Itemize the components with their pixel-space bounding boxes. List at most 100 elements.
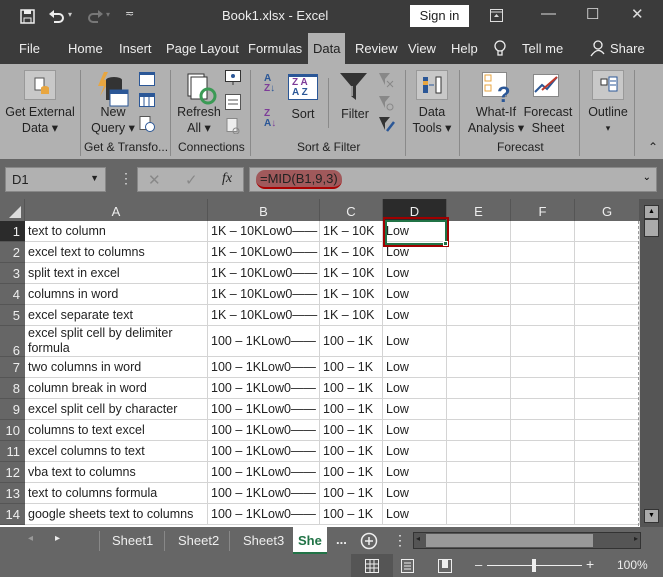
cell-d11[interactable]: Low	[383, 441, 447, 462]
refresh-all-icon[interactable]	[186, 72, 218, 106]
worksheet-grid[interactable]: ABCDEFG 1 text to column 1K – 10KLow0—— 1K …	[0, 199, 640, 527]
cell-e10[interactable]	[447, 420, 511, 441]
get-external-data-button[interactable]: Get External Data ▾	[4, 104, 76, 136]
cell-c4[interactable]: 1K – 10K	[320, 284, 383, 305]
cell-d14[interactable]: Low	[383, 504, 447, 525]
cell-g2[interactable]	[575, 242, 640, 263]
cell-c10[interactable]: 100 – 1K	[320, 420, 383, 441]
cell-a2[interactable]: excel text to columns	[25, 242, 208, 263]
row-header[interactable]: 11	[0, 441, 25, 462]
tab-review[interactable]: Review	[355, 41, 398, 56]
cell-f7[interactable]	[511, 357, 575, 378]
cell-a7[interactable]: two columns in word	[25, 357, 208, 378]
cell-b1[interactable]: 1K – 10KLow0——	[208, 221, 320, 242]
cell-d1[interactable]: Low	[383, 221, 447, 242]
cell-e2[interactable]	[447, 242, 511, 263]
close-icon[interactable]: ✕	[631, 5, 644, 23]
row-header[interactable]: 14	[0, 504, 25, 525]
cell-e14[interactable]	[447, 504, 511, 525]
sort-button[interactable]: Sort	[286, 106, 320, 122]
cell-b6[interactable]: 100 – 1KLow0——	[208, 326, 320, 357]
column-header-e[interactable]: E	[447, 199, 511, 221]
tab-insert[interactable]: Insert	[119, 41, 152, 56]
row-header[interactable]: 4	[0, 284, 25, 305]
connections-icon[interactable]	[225, 70, 241, 86]
cell-b13[interactable]: 100 – 1KLow0——	[208, 483, 320, 504]
page-layout-view-icon[interactable]	[401, 559, 414, 573]
cell-c1[interactable]: 1K – 10K	[320, 221, 383, 242]
undo-icon[interactable]	[48, 8, 66, 24]
cell-g11[interactable]	[575, 441, 640, 462]
cell-e6[interactable]	[447, 326, 511, 357]
cell-g13[interactable]	[575, 483, 640, 504]
column-header-g[interactable]: G	[575, 199, 640, 221]
new-query-button[interactable]: New Query ▾	[88, 104, 138, 136]
insert-function-icon[interactable]: fx	[222, 171, 232, 187]
cell-a6[interactable]: excel split cell by delimiter formula	[25, 326, 208, 357]
cell-d2[interactable]: Low	[383, 242, 447, 263]
cell-c12[interactable]: 100 – 1K	[320, 462, 383, 483]
cell-c6[interactable]: 100 – 1K	[320, 326, 383, 357]
cell-b8[interactable]: 100 – 1KLow0——	[208, 378, 320, 399]
prev-sheet-icon[interactable]: ◂	[28, 533, 33, 544]
redo-icon[interactable]	[86, 8, 104, 24]
more-sheets-button[interactable]: ...	[336, 532, 347, 547]
tab-view[interactable]: View	[408, 41, 436, 56]
vertical-scrollbar[interactable]: ▲ ▼	[640, 199, 663, 527]
cell-d6[interactable]: Low	[383, 326, 447, 357]
minimize-icon[interactable]: —	[541, 5, 556, 22]
cell-e5[interactable]	[447, 305, 511, 326]
cell-g6[interactable]	[575, 326, 640, 357]
column-header-b[interactable]: B	[208, 199, 320, 221]
cell-f11[interactable]	[511, 441, 575, 462]
cell-a1[interactable]: text to column	[25, 221, 208, 242]
tab-page-layout[interactable]: Page Layout	[166, 41, 239, 56]
cell-b4[interactable]: 1K – 10KLow0——	[208, 284, 320, 305]
cell-e3[interactable]	[447, 263, 511, 284]
scroll-up-icon[interactable]: ▲	[644, 205, 659, 219]
cell-b2[interactable]: 1K – 10KLow0——	[208, 242, 320, 263]
cell-g1[interactable]	[575, 221, 640, 242]
advanced-filter-icon[interactable]	[378, 116, 396, 134]
scroll-down-icon[interactable]: ▼	[644, 509, 659, 523]
share-button[interactable]: Share	[610, 41, 645, 56]
refresh-all-button[interactable]: Refresh All ▾	[176, 104, 222, 136]
data-tools-button[interactable]: Data Tools ▾	[410, 104, 454, 136]
name-box[interactable]: D1 ▼	[5, 167, 106, 192]
cell-f3[interactable]	[511, 263, 575, 284]
cell-b7[interactable]: 100 – 1KLow0——	[208, 357, 320, 378]
expand-formula-bar-icon[interactable]: ⌄	[643, 172, 651, 183]
show-queries-icon[interactable]	[139, 72, 155, 86]
formula-input[interactable]: =MID(B1,9,3) ⌄	[249, 167, 657, 192]
fill-handle[interactable]	[443, 241, 448, 246]
cell-c3[interactable]: 1K – 10K	[320, 263, 383, 284]
forecast-sheet-button[interactable]: Forecast Sheet	[522, 104, 574, 136]
cell-c2[interactable]: 1K – 10K	[320, 242, 383, 263]
cell-e12[interactable]	[447, 462, 511, 483]
cancel-icon[interactable]: ✕	[148, 171, 161, 189]
sort-a-to-z-icon[interactable]: A Z↓	[264, 74, 275, 94]
cell-e8[interactable]	[447, 378, 511, 399]
data-tools-icon[interactable]	[416, 70, 448, 100]
forecast-sheet-icon[interactable]	[533, 72, 563, 102]
horizontal-scrollbar[interactable]: ◂ ▸	[413, 532, 641, 549]
zoom-slider-thumb[interactable]	[532, 559, 536, 572]
collapse-ribbon-icon[interactable]: ⌃	[648, 140, 658, 154]
cell-g4[interactable]	[575, 284, 640, 305]
share-person-icon[interactable]	[590, 40, 606, 58]
zoom-out-button[interactable]: –	[475, 557, 482, 572]
cell-a10[interactable]: columns to text excel	[25, 420, 208, 441]
cell-b10[interactable]: 100 – 1KLow0——	[208, 420, 320, 441]
cell-e11[interactable]	[447, 441, 511, 462]
cell-a14[interactable]: google sheets text to columns	[25, 504, 208, 525]
cell-f5[interactable]	[511, 305, 575, 326]
tab-split-grip-icon[interactable]: ⋮	[393, 532, 407, 549]
sheet-tab-sheet2[interactable]: Sheet2	[178, 533, 219, 548]
cell-d5[interactable]: Low	[383, 305, 447, 326]
cell-d10[interactable]: Low	[383, 420, 447, 441]
cell-c7[interactable]: 100 – 1K	[320, 357, 383, 378]
properties-icon[interactable]	[225, 94, 241, 110]
row-header[interactable]: 6	[0, 326, 25, 358]
row-header[interactable]: 5	[0, 305, 25, 326]
cell-b14[interactable]: 100 – 1KLow0——	[208, 504, 320, 525]
